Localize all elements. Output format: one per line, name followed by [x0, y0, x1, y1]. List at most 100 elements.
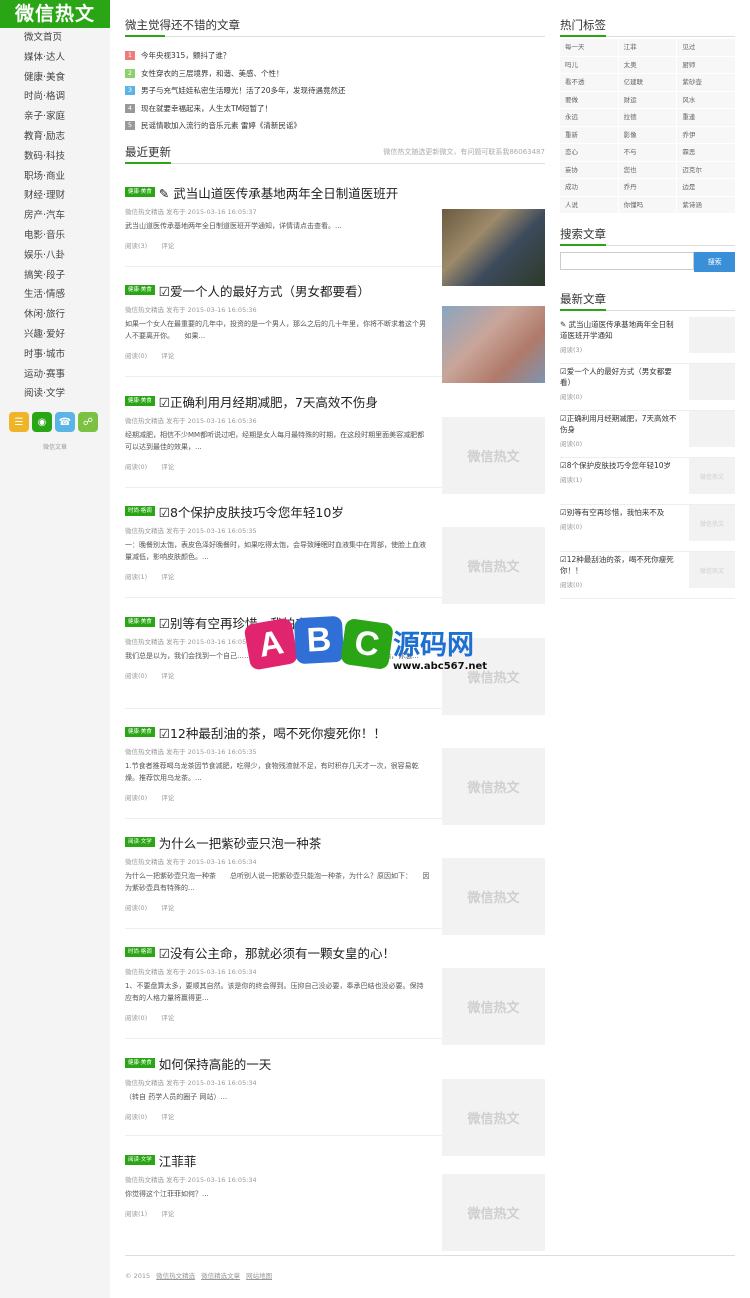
comment-link[interactable]: 评论 [161, 573, 174, 581]
category-tag[interactable]: 阅读·文学 [125, 1155, 155, 1165]
nav-item[interactable]: 生活·情感 [0, 285, 110, 305]
search-button[interactable]: 搜索 [694, 252, 735, 272]
article-title[interactable]: ☑8个保护皮肤技巧令您年轻10岁 [159, 502, 344, 521]
nav-item[interactable]: 数码·科技 [0, 147, 110, 167]
tag-link[interactable]: 吗儿 [560, 56, 618, 73]
category-tag[interactable]: 时尚·格调 [125, 947, 155, 957]
nav-item[interactable]: 媒体·达人 [0, 48, 110, 68]
article-item[interactable]: 时尚·格调 ☑8个保护皮肤技巧令您年轻10岁 微信热文精选 发布于 2015-03… [125, 501, 545, 604]
tag-link[interactable]: 你懂吗 [618, 196, 677, 213]
tag-link[interactable]: 要做 [560, 91, 618, 108]
newest-thumbnail[interactable] [689, 317, 735, 353]
newest-thumbnail[interactable] [689, 411, 735, 447]
newest-item[interactable]: ✎ 武当山道医传承基地两年全日制道医班开学通知 阅读(3) [560, 317, 735, 364]
article-item[interactable]: 健康·美食 ☑爱一个人的最好方式（男女都要看） 微信热文精选 发布于 2015-0… [125, 280, 545, 383]
tag-link[interactable]: 重新 [560, 126, 618, 143]
tag-link[interactable]: 妄协 [560, 161, 618, 178]
tag-link[interactable]: 太奥 [618, 56, 677, 73]
comment-link[interactable]: 评论 [161, 1014, 174, 1022]
tag-link[interactable]: 霖恶 [677, 144, 735, 161]
nav-item[interactable]: 房产·汽车 [0, 206, 110, 226]
article-thumbnail[interactable]: 微信热文 [442, 527, 545, 604]
tag-link[interactable]: 拉德 [618, 109, 677, 126]
article-item[interactable]: 阅读·文学 为什么一把紫砂壶只泡一种茶 微信热文精选 发布于 2015-03-16… [125, 832, 545, 935]
nav-item[interactable]: 娱乐·八卦 [0, 246, 110, 266]
tag-link[interactable]: 边是 [677, 179, 735, 196]
article-item[interactable]: 健康·美食 ✎ 武当山道医传承基地两年全日制道医班开 微信热文精选 发布于 201… [125, 182, 545, 286]
article-item[interactable]: 时尚·格调 ☑没有公主命，那就必须有一颗女皇的心！ 微信热文精选 发布于 2015… [125, 942, 545, 1045]
category-tag[interactable]: 时尚·格调 [125, 506, 155, 516]
tag-link[interactable]: 江菲 [618, 39, 677, 56]
category-tag[interactable]: 健康·美食 [125, 617, 155, 627]
footer-link[interactable]: 网站地图 [246, 1272, 272, 1280]
site-logo[interactable]: 微信热文 [0, 0, 110, 28]
article-title[interactable]: ☑没有公主命，那就必须有一颗女皇的心！ [159, 943, 395, 962]
nav-item[interactable]: 时尚·格调 [0, 87, 110, 107]
featured-item[interactable]: 5 民谣情歌加入流行的音乐元素 雷婷《清新民谣》 [125, 117, 545, 135]
newest-item-title[interactable]: ☑8个保护皮肤技巧令您年轻10岁 [560, 460, 678, 471]
tag-link[interactable]: 乔伊 [677, 126, 735, 143]
comment-link[interactable]: 评论 [161, 1113, 174, 1121]
nav-item[interactable]: 兴趣·爱好 [0, 325, 110, 345]
category-tag[interactable]: 健康·美食 [125, 396, 155, 406]
article-thumbnail[interactable]: 微信热文 [442, 1174, 545, 1251]
newest-item[interactable]: ☑正确利用月经期减肥，7天高效不伤身 阅读(0) [560, 411, 735, 458]
featured-item[interactable]: 1 今年央视315，颤抖了谁？ [125, 47, 545, 65]
newest-thumbnail[interactable] [689, 364, 735, 400]
nav-item[interactable]: 微文首页 [0, 28, 110, 48]
nav-item[interactable]: 职场·商业 [0, 167, 110, 187]
featured-item[interactable]: 2 女性穿衣的三层境界，和谐、美感、个性！ [125, 65, 545, 83]
featured-item[interactable]: 3 男子与充气娃娃私密生活曝光！活了20多年，发现待遇竟然还 [125, 82, 545, 100]
newest-item[interactable]: ☑12种最刮油的茶，喝不死你瘦死你！！ 阅读(0) 微信热文 [560, 552, 735, 599]
article-thumbnail[interactable]: 微信热文 [442, 417, 545, 494]
tag-link[interactable]: 您也 [618, 161, 677, 178]
wechat-icon[interactable]: ☍ [78, 412, 98, 433]
newest-thumbnail[interactable]: 微信热文 [689, 505, 735, 541]
nav-item[interactable]: 休闲·旅行 [0, 305, 110, 325]
article-thumbnail[interactable]: 微信热文 [442, 858, 545, 935]
category-tag[interactable]: 健康·美食 [125, 1058, 155, 1068]
newest-item[interactable]: ☑别等有空再珍惜，我怕来不及 阅读(0) 微信热文 [560, 505, 735, 552]
article-thumbnail[interactable]: 微信热文 [442, 968, 545, 1045]
footer-link[interactable]: 微信热文精选 [156, 1272, 195, 1280]
nav-item[interactable]: 时事·城市 [0, 345, 110, 365]
newest-item[interactable]: ☑8个保护皮肤技巧令您年轻10岁 阅读(1) 微信热文 [560, 458, 735, 505]
newest-item[interactable]: ☑爱一个人的最好方式（男女都要看） 阅读(0) [560, 364, 735, 411]
newest-item-title[interactable]: ✎ 武当山道医传承基地两年全日制道医班开学通知 [560, 319, 678, 341]
article-thumbnail[interactable]: 微信热文 [442, 1079, 545, 1156]
tag-link[interactable]: 厨师 [677, 56, 735, 73]
tag-link[interactable]: 见过 [677, 39, 735, 56]
tag-link[interactable]: 紫诗涵 [677, 196, 735, 213]
tag-link[interactable]: 看不透 [560, 74, 618, 91]
article-item[interactable]: 健康·美食 ☑正确利用月经期减肥，7天高效不伤身 微信热文精选 发布于 2015-… [125, 391, 545, 494]
article-title[interactable]: ☑爱一个人的最好方式（男女都要看） [159, 281, 370, 300]
newest-item-title[interactable]: ☑12种最刮油的茶，喝不死你瘦死你！！ [560, 554, 678, 576]
article-item[interactable]: 健康·美食 ☑12种最刮油的茶，喝不死你瘦死你！！ 微信热文精选 发布于 2015… [125, 722, 545, 825]
category-tag[interactable]: 健康·美食 [125, 285, 155, 295]
article-item[interactable]: 阅读·文学 江菲菲 微信热文精选 发布于 2015-03-16 16:05:34 … [125, 1150, 545, 1251]
category-tag[interactable]: 健康·美食 [125, 187, 155, 197]
tag-link[interactable]: 亿建联 [618, 74, 677, 91]
nav-item[interactable]: 搞笑·段子 [0, 266, 110, 286]
tag-link[interactable]: 人说 [560, 196, 618, 213]
article-thumbnail[interactable] [442, 306, 545, 383]
rss-icon[interactable]: ☰ [9, 412, 29, 433]
newest-item-title[interactable]: ☑爱一个人的最好方式（男女都要看） [560, 366, 678, 388]
article-title[interactable]: ✎ 武当山道医传承基地两年全日制道医班开 [159, 183, 398, 202]
newest-item-title[interactable]: ☑别等有空再珍惜，我怕来不及 [560, 507, 678, 518]
tag-link[interactable]: 成功 [560, 179, 618, 196]
tag-link[interactable]: 财运 [618, 91, 677, 108]
article-title[interactable]: 如何保持高能的一天 [159, 1054, 272, 1073]
category-tag[interactable]: 健康·美食 [125, 727, 155, 737]
comment-link[interactable]: 评论 [161, 242, 174, 250]
search-input[interactable] [560, 252, 695, 270]
tag-link[interactable]: 紫砂壶 [677, 74, 735, 91]
comment-link[interactable]: 评论 [161, 463, 174, 471]
nav-item[interactable]: 阅读·文学 [0, 384, 110, 404]
tag-link[interactable]: 永远 [560, 109, 618, 126]
article-title[interactable]: 为什么一把紫砂壶只泡一种茶 [159, 833, 322, 852]
tag-link[interactable]: 重逢 [677, 109, 735, 126]
article-item[interactable]: 健康·美食 如何保持高能的一天 微信热文精选 发布于 2015-03-16 16:… [125, 1053, 545, 1156]
article-thumbnail[interactable]: 微信热文 [442, 748, 545, 825]
footer-link[interactable]: 微信精选文章 [201, 1272, 240, 1280]
